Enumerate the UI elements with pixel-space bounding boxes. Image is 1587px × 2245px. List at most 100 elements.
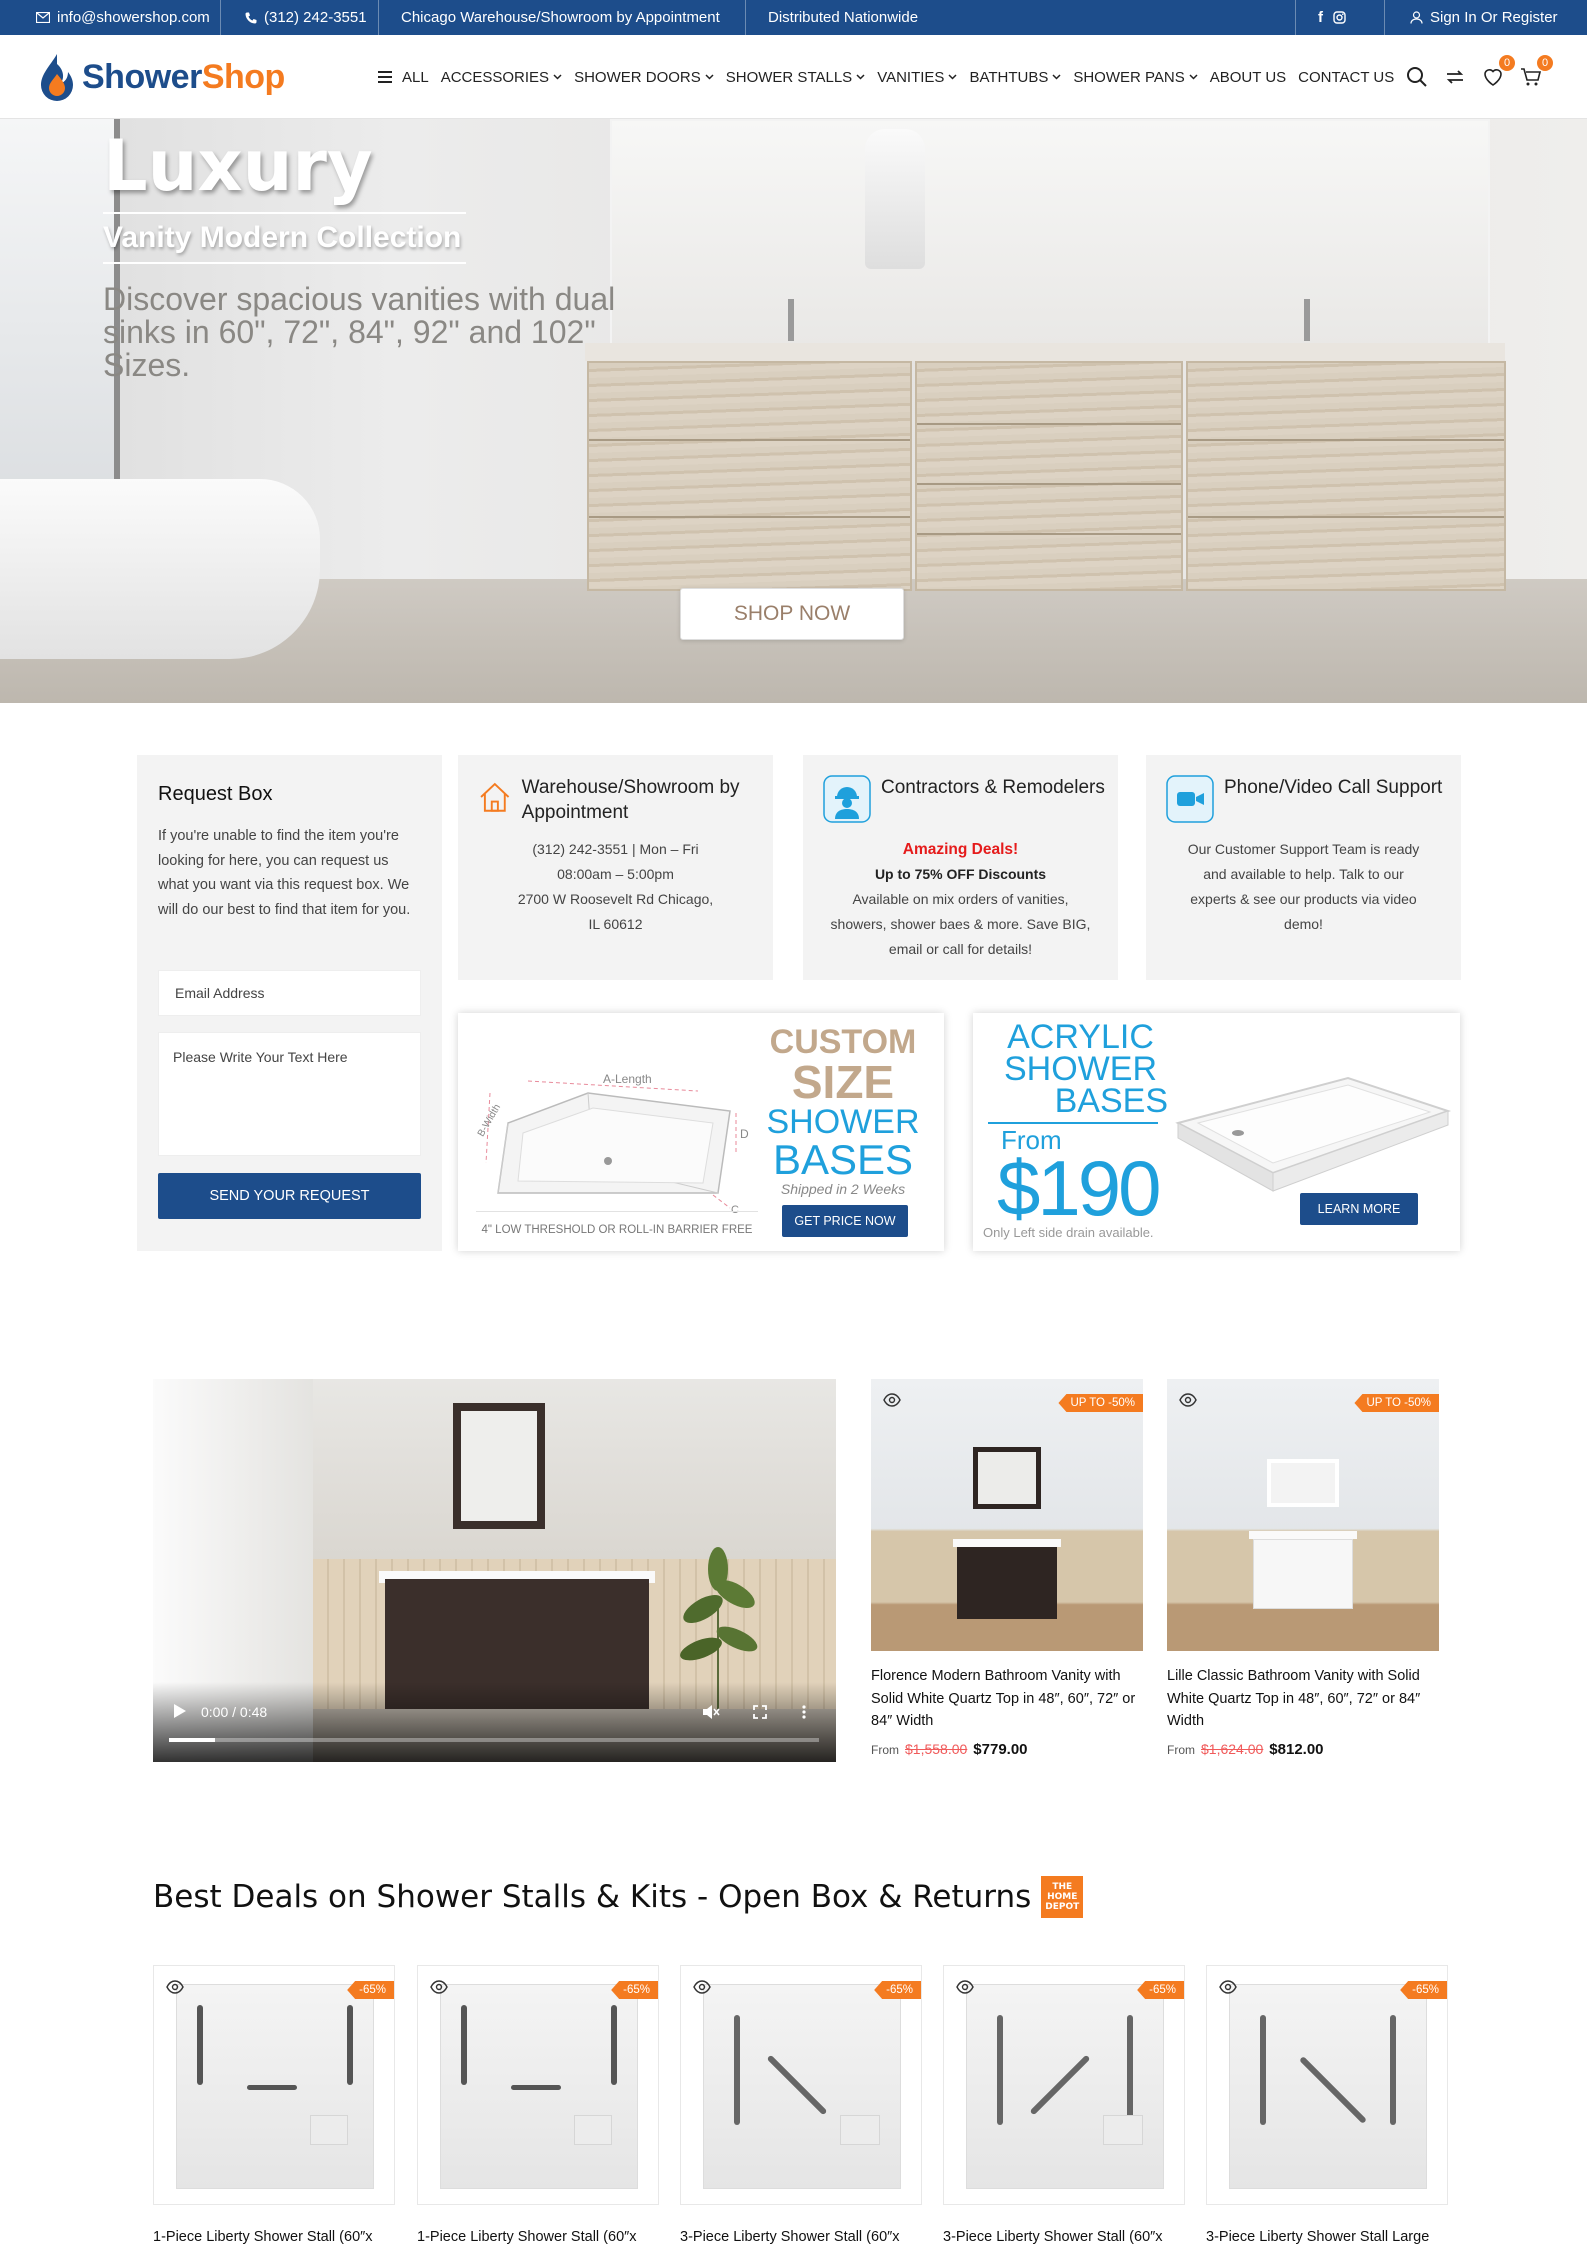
request-text-field[interactable]: Please Write Your Text Here — [158, 1032, 421, 1156]
nav-contact-us[interactable]: CONTACT US — [1298, 69, 1394, 86]
topbar-phone[interactable]: (312) 242-3551 — [245, 0, 367, 35]
promo-title-shower: SHOWER — [1004, 1050, 1157, 1088]
eye-icon[interactable] — [1219, 1980, 1237, 1994]
card-bold: Up to 75% OFF Discounts — [874, 866, 1047, 882]
compare-icon — [1446, 70, 1464, 84]
hamburger-icon — [378, 71, 392, 83]
deal-card[interactable]: -65% 1-Piece Liberty Shower Stall (60″x — [417, 1965, 659, 2245]
house-icon — [480, 782, 510, 812]
request-box-title: Request Box — [158, 783, 273, 805]
product-image[interactable]: UP TO -50% — [1167, 1379, 1439, 1651]
deal-name[interactable]: 3-Piece Liberty Shower Stall (60″x — [943, 2229, 1185, 2245]
nav-about-us[interactable]: ABOUT US — [1210, 69, 1286, 86]
product-price: From $1,624.00 $812.00 — [1167, 1741, 1439, 1758]
send-request-button[interactable]: SEND YOUR REQUEST — [158, 1173, 421, 1219]
site-logo[interactable]: ShowerShop — [38, 51, 285, 103]
wishlist-button[interactable]: 0 — [1481, 55, 1515, 89]
chevron-down-icon — [856, 74, 865, 80]
facebook-icon[interactable]: f — [1318, 9, 1323, 26]
card-line: 2700 W Roosevelt Rd Chicago, — [517, 891, 714, 907]
eye-icon[interactable] — [956, 1980, 974, 1994]
deal-image[interactable]: -65% — [417, 1965, 659, 2205]
product-name[interactable]: Florence Modern Bathroom Vanity with Sol… — [871, 1665, 1143, 1733]
nav-vanities[interactable]: VANITIES — [877, 69, 957, 86]
nav-shower-pans[interactable]: SHOWER PANS — [1073, 69, 1198, 86]
promo-title: CUSTOM SIZE SHOWER BASES Shipped in 2 We… — [763, 1025, 923, 1197]
product-video[interactable]: 0:00 / 0:48 — [153, 1379, 836, 1762]
instagram-icon[interactable] — [1333, 11, 1346, 24]
nav-all[interactable]: ALL — [378, 69, 429, 86]
promo-custom-size[interactable]: A-Length B-Width D C 4" LOW THRESHOLD OR… — [458, 1013, 944, 1251]
signin-link[interactable]: Sign In Or Register — [1410, 0, 1558, 35]
promo-acrylic-title: ACRYLIC SHOWER BASES — [993, 1020, 1168, 1120]
deal-card[interactable]: -65% 3-Piece Liberty Shower Stall Large — [1206, 1965, 1448, 2245]
product-vanity-top — [953, 1539, 1061, 1547]
discount-tag: -65% — [1400, 1981, 1447, 1999]
caption-divider — [476, 1211, 758, 1212]
hero-vanity-cabinet — [587, 361, 912, 591]
product-vanity-top — [1249, 1531, 1357, 1539]
deal-card[interactable]: -65% 3-Piece Liberty Shower Stall (60″x — [680, 1965, 922, 2245]
nav-shower-stalls[interactable]: SHOWER STALLS — [726, 69, 865, 86]
sale-price: $779.00 — [973, 1740, 1028, 1758]
product-card[interactable]: UP TO -50% Florence Modern Bathroom Vani… — [871, 1379, 1143, 1758]
video-call-icon — [1166, 775, 1214, 823]
card-line: (312) 242-3551 | Mon – Fri — [532, 841, 699, 857]
info-card-contractors: Contractors & Remodelers Amazing Deals! … — [803, 755, 1118, 980]
email-field[interactable]: Email Address — [158, 970, 421, 1016]
more-options-icon[interactable] — [802, 1705, 806, 1719]
header-actions: 0 0 — [1405, 35, 1553, 119]
compare-button[interactable] — [1443, 65, 1467, 89]
card-text: Our Customer Support Team is ready and a… — [1187, 841, 1420, 932]
deal-image[interactable]: -65% — [943, 1965, 1185, 2205]
deal-name[interactable]: 1-Piece Liberty Shower Stall (60″x — [153, 2229, 395, 2245]
hero-vanity-cabinet — [915, 361, 1183, 591]
deal-image[interactable]: -65% — [153, 1965, 395, 2205]
search-icon — [1407, 67, 1427, 87]
topbar-warehouse: Chicago Warehouse/Showroom by Appointmen… — [401, 9, 720, 26]
mute-icon[interactable] — [702, 1704, 720, 1720]
get-price-now-button[interactable]: GET PRICE NOW — [782, 1205, 908, 1237]
dim-length-label: A-Length — [603, 1072, 652, 1086]
learn-more-button[interactable]: LEARN MORE — [1300, 1193, 1418, 1225]
nav-shower-doors[interactable]: SHOWER DOORS — [574, 69, 714, 86]
nav-accessories[interactable]: ACCESSORIES — [441, 69, 562, 86]
promo-price: $190 — [997, 1144, 1162, 1232]
video-progress-bar[interactable] — [169, 1738, 819, 1742]
hero-vanity-cabinet — [1186, 361, 1506, 591]
nav-bathtubs[interactable]: BATHTUBS — [969, 69, 1061, 86]
search-button[interactable] — [1405, 65, 1429, 89]
promo-title-bases: BASES — [1054, 1082, 1168, 1120]
deal-card[interactable]: -65% 3-Piece Liberty Shower Stall (60″x — [943, 1965, 1185, 2245]
eye-icon[interactable] — [430, 1980, 448, 1994]
deal-name[interactable]: 3-Piece Liberty Shower Stall Large — [1206, 2229, 1448, 2245]
deal-image[interactable]: -65% — [680, 1965, 922, 2205]
eye-icon[interactable] — [883, 1393, 901, 1407]
old-price: $1,624.00 — [1201, 1740, 1264, 1757]
eye-icon[interactable] — [1179, 1393, 1197, 1407]
info-card-warehouse: Warehouse/Showroom by Appointment (312) … — [458, 755, 773, 980]
promo-acrylic-bases[interactable]: ACRYLIC SHOWER BASES From $190 Only Left… — [973, 1013, 1460, 1251]
shop-now-button[interactable]: SHOP NOW — [680, 588, 904, 640]
promo-title-size: SIZE — [791, 1056, 895, 1108]
acrylic-base-image — [1175, 1076, 1452, 1192]
deal-name[interactable]: 3-Piece Liberty Shower Stall (60″x — [680, 2229, 922, 2245]
topbar-email[interactable]: info@showershop.com — [36, 0, 210, 35]
dim-d-label: D — [740, 1127, 749, 1141]
eye-icon[interactable] — [166, 1980, 184, 1994]
deal-name[interactable]: 1-Piece Liberty Shower Stall (60″x — [417, 2229, 659, 2245]
promo-divider — [988, 1122, 1158, 1124]
deal-card[interactable]: -65% 1-Piece Liberty Shower Stall (60″x — [153, 1965, 395, 2245]
topbar-email-text: info@showershop.com — [57, 9, 210, 26]
product-image[interactable]: UP TO -50% — [871, 1379, 1143, 1651]
old-price: $1,558.00 — [905, 1740, 968, 1757]
chevron-down-icon — [1052, 74, 1061, 80]
product-card[interactable]: UP TO -50% Lille Classic Bathroom Vanity… — [1167, 1379, 1439, 1758]
discount-tag: -65% — [1137, 1981, 1184, 1999]
product-name[interactable]: Lille Classic Bathroom Vanity with Solid… — [1167, 1665, 1439, 1733]
eye-icon[interactable] — [693, 1980, 711, 1994]
deal-image[interactable]: -65% — [1206, 1965, 1448, 2205]
play-icon[interactable] — [173, 1703, 187, 1719]
cart-button[interactable]: 0 — [1519, 55, 1553, 89]
fullscreen-icon[interactable] — [753, 1705, 767, 1719]
